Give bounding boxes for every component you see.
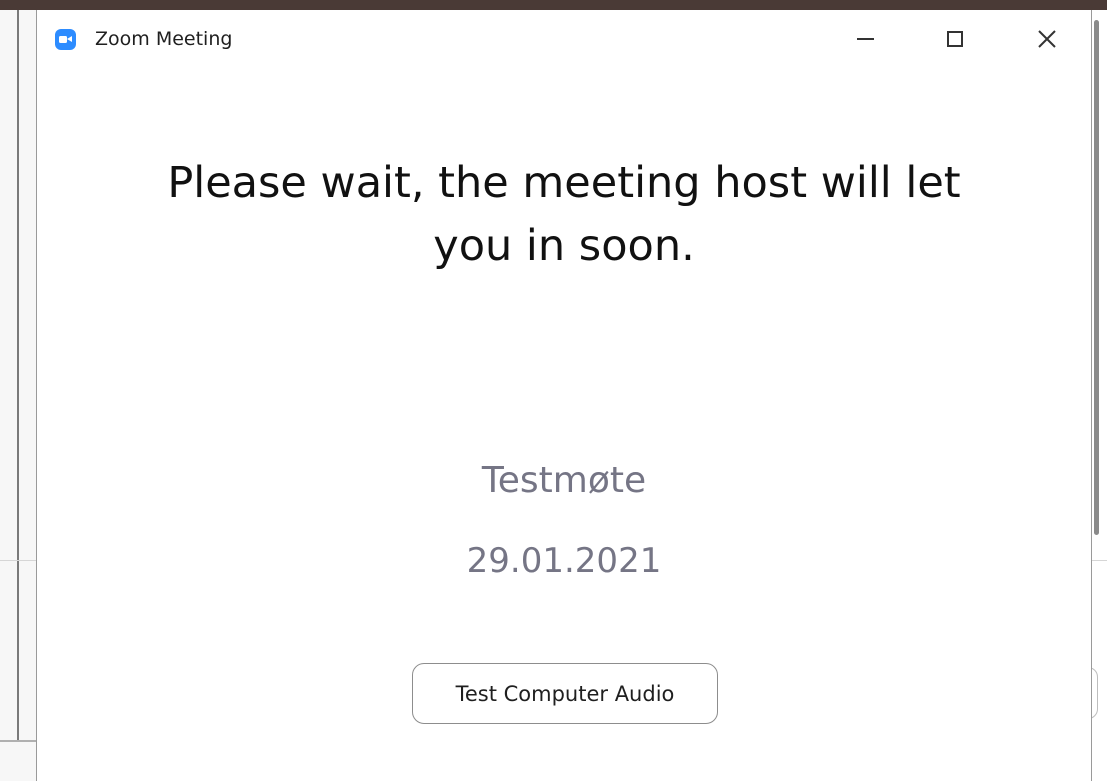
- zoom-meeting-window: Zoom Meeting Please wait, the meeting ho…: [36, 10, 1092, 781]
- desktop-background-top: [0, 0, 1107, 10]
- window-title: Zoom Meeting: [95, 28, 233, 50]
- background-window-bottom-edge: [0, 740, 36, 742]
- waiting-message: Please wait, the meeting host will let y…: [37, 152, 1091, 278]
- minimize-icon: [856, 38, 874, 40]
- meeting-name: Testmøte: [481, 460, 647, 501]
- title-bar[interactable]: Zoom Meeting: [37, 10, 1091, 68]
- waiting-message-line-2: you in soon.: [433, 221, 695, 271]
- minimize-button[interactable]: [837, 10, 893, 68]
- test-computer-audio-button[interactable]: Test Computer Audio: [412, 663, 718, 724]
- meeting-date: 29.01.2021: [466, 541, 662, 581]
- close-button[interactable]: [1019, 10, 1075, 68]
- background-divider-right: [1092, 560, 1107, 561]
- maximize-icon: [947, 31, 963, 47]
- close-icon: [1038, 30, 1056, 48]
- background-window-edge: [17, 10, 19, 740]
- background-scrollbar[interactable]: [1094, 20, 1099, 535]
- waiting-message-line-1: Please wait, the meeting host will let: [167, 158, 961, 208]
- zoom-camera-icon: [55, 29, 76, 50]
- background-divider: [0, 560, 36, 561]
- maximize-button[interactable]: [927, 10, 983, 68]
